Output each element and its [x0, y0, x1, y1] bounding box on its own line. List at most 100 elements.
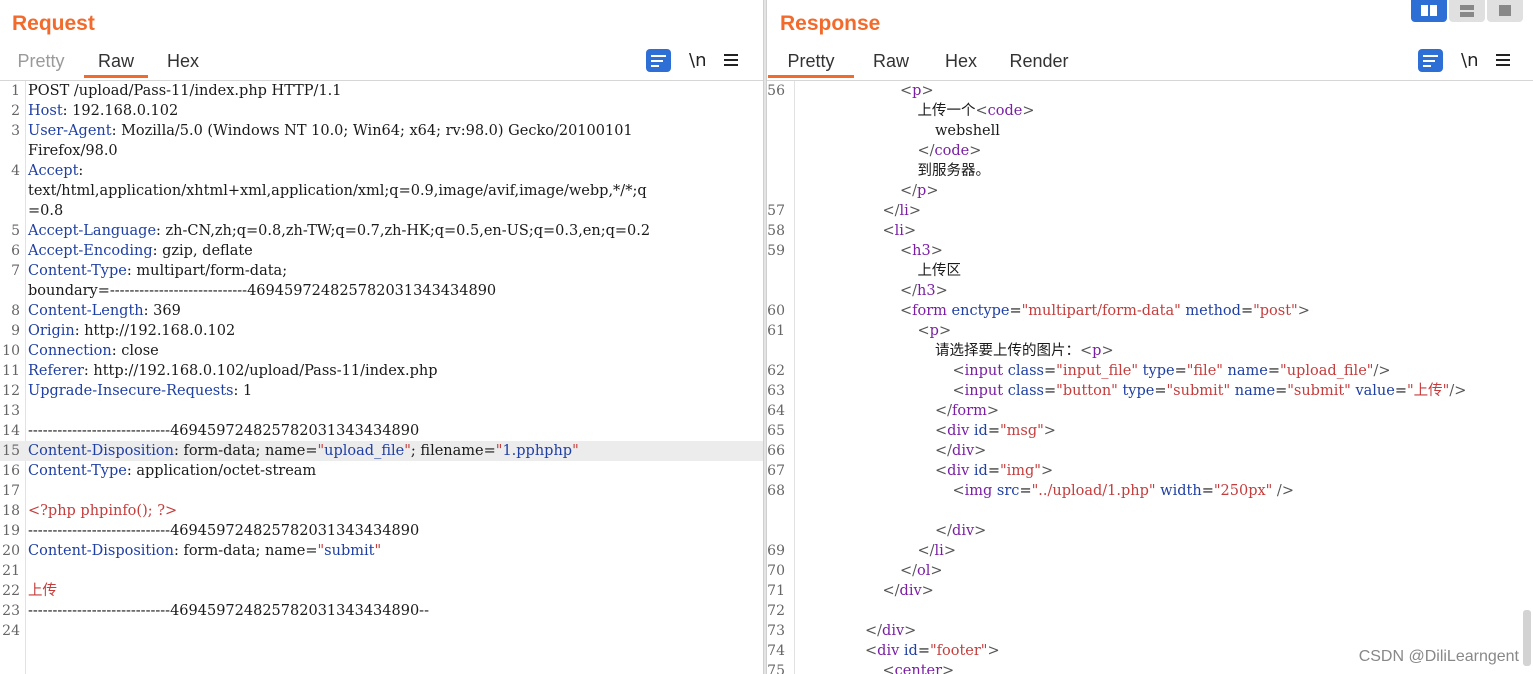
code-line: 10 Connection: close: [0, 341, 763, 361]
token: Accept-Language: [28, 223, 157, 239]
code-line: 11 Referer: http://192.168.0.102/upload/P…: [0, 361, 763, 381]
token: img: [964, 483, 993, 499]
token: name: [1222, 363, 1268, 379]
token: div: [882, 623, 905, 639]
code-line: 到服务器。: [767, 161, 1533, 181]
token: >: [986, 403, 999, 419]
token: Content-Length: [28, 303, 144, 319]
line-number: 22: [2, 583, 20, 599]
token: Content-Disposition: [28, 543, 174, 559]
request-tabs: Pretty Raw Hex: [0, 46, 208, 78]
token: div: [899, 583, 922, 599]
code-line: </p>: [767, 181, 1533, 201]
token: "button": [1056, 383, 1118, 399]
token: "submit": [1166, 383, 1231, 399]
token: />: [1272, 483, 1294, 499]
request-pane: Request Pretty Raw Hex \n 1 POST /upload/…: [0, 0, 763, 674]
token: <: [882, 223, 895, 239]
token: :: [78, 163, 84, 179]
response-tab-raw[interactable]: Raw: [869, 46, 913, 78]
word-wrap-icon[interactable]: [1418, 48, 1443, 72]
line-number: 62: [767, 363, 785, 379]
line-number: 24: [2, 623, 20, 639]
response-toolbar: \n: [1418, 46, 1511, 74]
token: </: [917, 143, 935, 159]
code-line: </code>: [767, 141, 1533, 161]
line-text: <form enctype="multipart/form-data" meth…: [900, 301, 1310, 321]
code-line: 72: [767, 601, 1533, 621]
token: =: [987, 423, 1000, 439]
code-line: =0.8: [0, 201, 763, 221]
request-editor[interactable]: 1 POST /upload/Pass-11/index.php HTTP/1.1…: [0, 80, 763, 674]
token: >: [1040, 463, 1054, 479]
newline-toggle-icon[interactable]: \n: [1461, 50, 1478, 71]
menu-icon[interactable]: [1496, 54, 1511, 66]
token: type: [1138, 363, 1175, 379]
side-by-side-layout-icon[interactable]: [1411, 0, 1447, 22]
code-line: 23 -----------------------------469459724…: [0, 601, 763, 621]
token: form: [952, 403, 987, 419]
tabbed-layout-icon[interactable]: [1487, 0, 1523, 22]
response-tab-pretty[interactable]: Pretty: [768, 46, 854, 78]
token: =: [1174, 363, 1187, 379]
line-number: 10: [2, 343, 20, 359]
word-wrap-icon[interactable]: [646, 48, 671, 72]
line-text: -----------------------------46945972482…: [28, 601, 429, 621]
line-number: 71: [767, 583, 785, 599]
token: >: [1022, 103, 1035, 119]
token: "msg": [999, 423, 1044, 439]
code-line: 17: [0, 481, 763, 501]
code-line: boundary=----------------------------469…: [0, 281, 763, 301]
token: </: [917, 543, 935, 559]
token: "250px": [1213, 483, 1273, 499]
token: <?php phpinfo(); ?>: [28, 503, 178, 519]
request-tab-hex[interactable]: Hex: [158, 46, 208, 78]
token: -----------------------------46945972482…: [28, 523, 420, 539]
line-number: 9: [11, 323, 20, 339]
code-line: 73 </div>: [767, 621, 1533, 641]
stacked-layout-icon[interactable]: [1449, 0, 1485, 22]
line-text: 上传区: [918, 261, 962, 281]
newline-toggle-icon[interactable]: \n: [689, 50, 706, 71]
line-text: =0.8: [28, 201, 63, 221]
token: "file": [1186, 363, 1223, 379]
line-number: 68: [767, 483, 785, 499]
token: enctype: [946, 303, 1010, 319]
code-line: 12 Upgrade-Insecure-Requests: 1: [0, 381, 763, 401]
token: p: [929, 323, 939, 339]
response-editor[interactable]: 56 <p> 上传一个<code> webshell </code> 到服务器。 </p> 5…: [767, 80, 1533, 674]
line-text: 到服务器。: [918, 161, 991, 181]
token: Accept-Encoding: [28, 243, 153, 259]
token: class: [1003, 383, 1044, 399]
line-number: 14: [2, 423, 20, 439]
token: src: [992, 483, 1020, 499]
token: Content-Disposition: [28, 443, 174, 459]
request-tab-pretty[interactable]: Pretty: [10, 46, 72, 78]
line-text: text/html,application/xhtml+xml,applicat…: [28, 181, 647, 201]
response-tab-render[interactable]: Render: [1008, 46, 1070, 78]
token: h3: [917, 283, 936, 299]
token: -----------------------------46945972482…: [28, 603, 429, 619]
token: div: [952, 443, 975, 459]
line-text: <div id="img">: [935, 461, 1053, 481]
token: Content-Type: [28, 463, 127, 479]
token: Referer: [28, 363, 84, 379]
token: name: [1230, 383, 1276, 399]
token: </: [900, 183, 918, 199]
response-tab-hex[interactable]: Hex: [939, 46, 983, 78]
token: >: [908, 203, 921, 219]
vertical-scrollbar[interactable]: [1523, 610, 1531, 666]
line-text: </code>: [918, 141, 982, 161]
code-line: 4 Accept:: [0, 161, 763, 181]
token: Content-Type: [28, 263, 127, 279]
line-number: 56: [767, 83, 785, 99]
code-line: 1 POST /upload/Pass-11/index.php HTTP/1.1: [0, 81, 763, 101]
line-text: <div id="footer">: [865, 641, 1000, 661]
line-number: 61: [767, 323, 785, 339]
token: : gzip, deflate: [152, 243, 253, 259]
token: : multipart/form-data;: [126, 263, 288, 279]
request-tab-raw[interactable]: Raw: [84, 46, 148, 78]
line-number: 69: [767, 543, 785, 559]
menu-icon[interactable]: [724, 54, 739, 66]
